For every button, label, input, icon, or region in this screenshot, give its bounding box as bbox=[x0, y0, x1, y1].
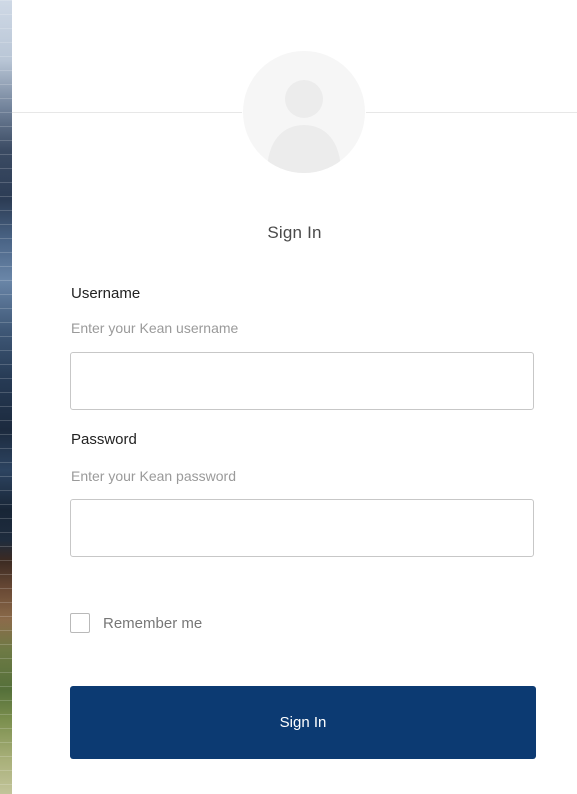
username-input[interactable] bbox=[70, 352, 534, 410]
background-photo-strip bbox=[0, 0, 12, 794]
user-silhouette-icon bbox=[267, 80, 341, 173]
page-title: Sign In bbox=[267, 223, 322, 242]
avatar-circle bbox=[243, 51, 365, 173]
login-page: Sign In Username Enter your Kean usernam… bbox=[0, 0, 577, 794]
password-hint: Enter your Kean password bbox=[71, 468, 236, 484]
password-label: Password bbox=[71, 431, 137, 448]
sign-in-button[interactable]: Sign In bbox=[70, 686, 536, 759]
remember-me-option[interactable]: Remember me bbox=[70, 613, 202, 633]
avatar bbox=[242, 50, 366, 174]
password-input[interactable] bbox=[70, 499, 534, 557]
remember-me-label: Remember me bbox=[103, 614, 203, 632]
remember-me-checkbox[interactable] bbox=[70, 613, 90, 633]
username-hint: Enter your Kean username bbox=[71, 320, 239, 336]
sign-in-card: Sign In Username Enter your Kean usernam… bbox=[12, 0, 577, 794]
username-label: Username bbox=[71, 285, 141, 302]
